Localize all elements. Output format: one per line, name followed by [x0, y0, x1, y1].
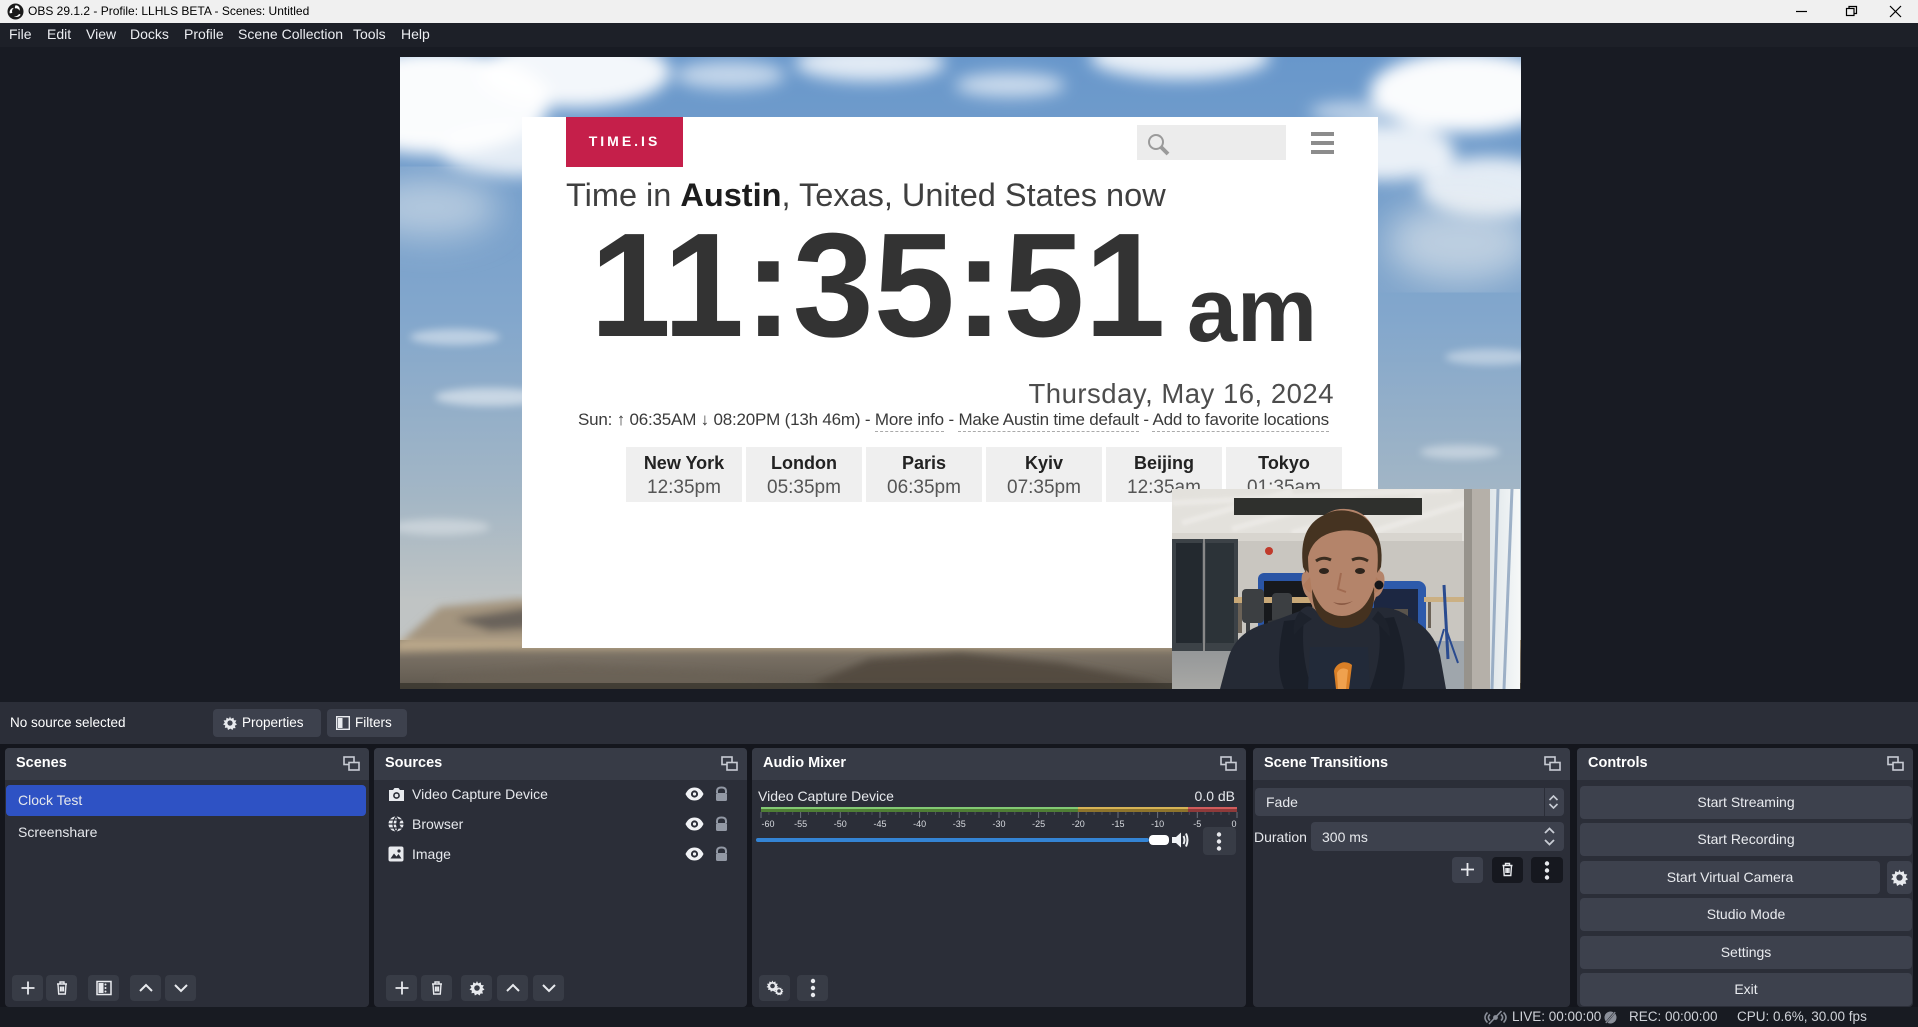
svg-text:-5: -5	[1193, 819, 1201, 829]
svg-text:-50: -50	[834, 819, 847, 829]
svg-text:-20: -20	[1072, 819, 1085, 829]
svg-text:-45: -45	[873, 819, 886, 829]
svg-text:-25: -25	[1032, 819, 1045, 829]
svg-text:-15: -15	[1111, 819, 1124, 829]
svg-text:-35: -35	[953, 819, 966, 829]
svg-text:-30: -30	[992, 819, 1005, 829]
svg-text:-55: -55	[794, 819, 807, 829]
svg-text:-40: -40	[913, 819, 926, 829]
svg-text:-60: -60	[761, 819, 774, 829]
svg-text:-10: -10	[1151, 819, 1164, 829]
